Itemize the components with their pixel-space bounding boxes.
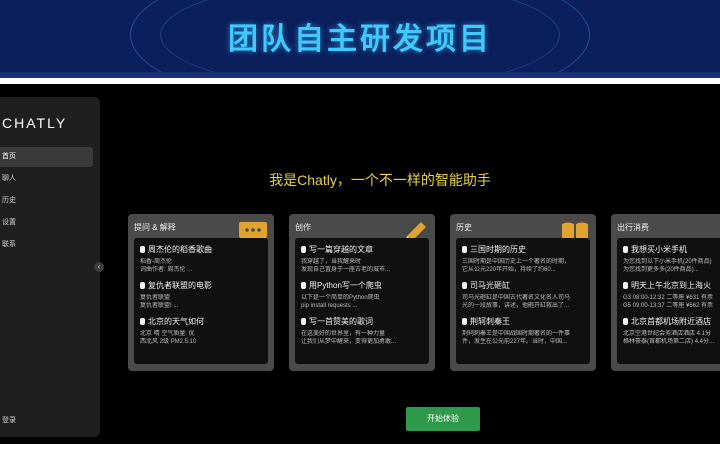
example-prompt[interactable]: 北京首都机场附近酒店 北京空港世纪会务酒店酒店 4.1分 格林豪泰(首都机场第二… [623,316,720,346]
prompt-desc: 格林豪泰(首都机场第二店) 4.4分... [623,339,715,345]
prompt-desc: 西北风 2级 PM2.5:10 [140,339,197,345]
banner-title: 团队自主研发项目 [228,22,492,57]
prompt-desc: 我穿越了，当我醒来时 [301,259,362,265]
chevron-left-icon: ‹ [97,262,101,271]
category-card-qa: 提问 & 解释 周杰伦的稻香歌曲 稻香-周杰伦 词曲作者: 周杰伦 ... 复仇… [128,214,274,371]
sidebar-item-home[interactable]: 首页 [0,147,93,167]
example-prompt[interactable]: 周杰伦的稻香歌曲 稻香-周杰伦 词曲作者: 周杰伦 ... [140,244,262,274]
prompt-desc: 荆轲刺秦王是中国战国时期著名的一件事 [462,331,571,337]
prompt-desc: 司马光砸缸是中国古代著名文化名人司马 [462,295,571,301]
card-title: 创作 [295,223,311,232]
sidebar-nav: 首页 聊人 历史 设置 联系 [0,147,100,257]
example-prompt[interactable]: 荆轲刺秦王 荆轲刺秦王是中国战国时期著名的一件事 件，发生在公元前227年。当时… [462,316,584,346]
example-prompt[interactable]: 司马光砸缸 司马光砸缸是中国古代著名文化名人司马 光的一段故事，讲述，他砸开缸救… [462,280,584,310]
example-prompt[interactable]: 明天上午北京到上海火 G3 08:00-12:32 二等座 ¥631 有票 G5… [623,280,720,310]
prompt-title: 司马光砸缸 [470,281,510,290]
prompt-desc: 词曲作者: 周杰伦 ... [140,267,193,273]
prompt-title: 北京首都机场附近酒店 [631,317,711,326]
card-title: 出行消费 [617,223,649,232]
sidebar-item-history[interactable]: 历史 [0,191,100,211]
prompt-title: 写一篇穿越的文章 [309,245,373,254]
card-examples: 写一篇穿越的文章 我穿越了，当我醒来时 发现自己置身于一座古老的城市... 用P… [295,238,429,364]
banner-underline [0,72,720,78]
example-prompt[interactable]: 写一首赞美的歌词 在这美好的世界里，有一种力量 让我们从梦中醒来，变得更加勇敢.… [301,316,423,346]
prompt-title: 我想买小米手机 [631,245,687,254]
login-link[interactable]: 登录 [2,415,16,425]
prompt-title: 用Python写一个爬虫 [309,281,382,290]
prompt-desc: G5 09:00-13:37 二等座 ¥662 有票 [623,303,714,309]
prompt-desc: 复仇者联盟 [140,295,171,301]
chatly-app-window: CHATLY 首页 聊人 历史 设置 联系 登录 ‹ 我是Chatly，一个不一… [0,84,720,444]
bullet-icon [301,282,306,289]
bullet-icon [140,318,145,325]
card-examples: 三国时期的历史 三国时期是中国历史上一个著名的时期， 它从公元220年开始，持续… [456,238,590,364]
sidebar: CHATLY 首页 聊人 历史 设置 联系 登录 [0,97,100,437]
bullet-icon [140,246,145,253]
prompt-title: 三国时期的历史 [470,245,526,254]
sidebar-item-chat[interactable]: 聊人 [0,169,100,189]
example-prompt[interactable]: 复仇者联盟的电影 复仇者联盟 复仇者联盟I ... [140,280,262,310]
bullet-icon [301,318,306,325]
prompt-desc: 北京空港世纪会务酒店酒店 4.1分 [623,331,712,337]
bullet-icon [623,246,628,253]
prompt-desc: 复仇者联盟I ... [140,303,179,309]
prompt-title: 明天上午北京到上海火 [631,281,711,290]
category-card-history: 历史 三国时期的历史 三国时期是中国历史上一个著名的时期， 它从公元220年开始… [450,214,596,371]
prompt-desc: 在这美好的世界里，有一种力量 [301,331,386,337]
example-prompt[interactable]: 三国时期的历史 三国时期是中国历史上一个著名的时期， 它从公元220年开始，持续… [462,244,584,274]
title-banner: 团队自主研发项目 [0,0,720,72]
prompt-desc: 稻香-周杰伦 [140,259,172,265]
sidebar-item-contact[interactable]: 联系 [0,235,100,255]
prompt-title: 荆轲刺秦王 [470,317,510,326]
bullet-icon [301,246,306,253]
app-logo: CHATLY [2,115,68,131]
prompt-desc: 以下是一个简单的Python爬虫 [301,295,380,301]
prompt-desc: G3 08:00-12:32 二等座 ¥631 有票 [623,295,714,301]
welcome-headline: 我是Chatly，一个不一样的智能助手 [269,172,491,188]
start-button[interactable]: 开始体验 [406,407,480,431]
example-prompt[interactable]: 写一篇穿越的文章 我穿越了，当我醒来时 发现自己置身于一座古老的城市... [301,244,423,274]
prompt-desc: 北京 晴 空气质量: 优 [140,331,195,337]
prompt-desc: 为您找到以下小米手机(20件商品) [623,259,712,265]
bullet-icon [462,318,467,325]
collapse-sidebar-button[interactable]: ‹ [94,262,104,272]
category-card-create: 创作 写一篇穿越的文章 我穿越了，当我醒来时 发现自己置身于一座古老的城市...… [289,214,435,371]
bullet-icon [623,318,628,325]
category-card-travel: 出行消费 我想买小米手机 为您找到以下小米手机(20件商品) 为您找到更多多(2… [611,214,720,371]
card-title: 提问 & 解释 [134,223,176,232]
prompt-desc: 它从公元220年开始，持续了约60... [462,267,556,273]
card-examples: 我想买小米手机 为您找到以下小米手机(20件商品) 为您找到更多多(20件商品)… [617,238,720,364]
prompt-desc: 让我们从梦中醒来，变得更加勇敢... [301,339,397,345]
prompt-desc: 件，发生在公元前227年。当时，中国... [462,339,568,345]
example-prompt[interactable]: 北京的天气如何 北京 晴 空气质量: 优 西北风 2级 PM2.5:10 [140,316,262,346]
prompt-title: 复仇者联盟的电影 [148,281,212,290]
prompt-desc: 光的一段故事，讲述，他砸开缸救出了... [462,303,570,309]
prompt-desc: 发现自己置身于一座古老的城市... [301,267,391,273]
bullet-icon [623,282,628,289]
prompt-desc: 为您找到更多多(20件商品)... [623,267,699,273]
prompt-title: 写一首赞美的歌词 [309,317,373,326]
prompt-title: 北京的天气如何 [148,317,204,326]
prompt-title: 周杰伦的稻香歌曲 [148,245,212,254]
bullet-icon [462,282,467,289]
prompt-desc: pip install requests ... [301,303,358,309]
bullet-icon [140,282,145,289]
card-examples: 周杰伦的稻香歌曲 稻香-周杰伦 词曲作者: 周杰伦 ... 复仇者联盟的电影 复… [134,238,268,364]
example-prompt[interactable]: 我想买小米手机 为您找到以下小米手机(20件商品) 为您找到更多多(20件商品)… [623,244,720,274]
example-prompt[interactable]: 用Python写一个爬虫 以下是一个简单的Python爬虫 pip instal… [301,280,423,310]
sidebar-item-settings[interactable]: 设置 [0,213,100,233]
prompt-desc: 三国时期是中国历史上一个著名的时期， [462,259,571,265]
bullet-icon [462,246,467,253]
card-title: 历史 [456,223,472,232]
